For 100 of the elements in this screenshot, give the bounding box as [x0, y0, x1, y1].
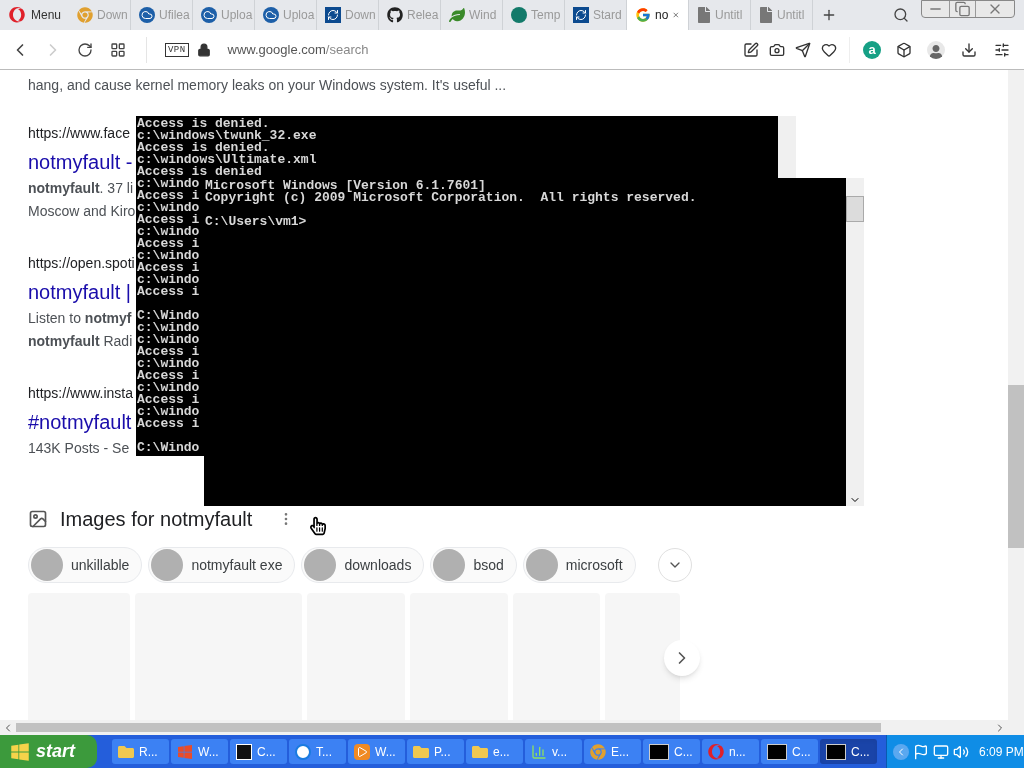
scrollbar[interactable] [778, 116, 796, 178]
menu-button[interactable]: Menu [9, 6, 62, 24]
hand-cursor-icon [310, 516, 326, 536]
camera-icon[interactable] [769, 41, 785, 58]
avatar-icon[interactable] [927, 40, 945, 59]
taskbar-item[interactable]: e... [466, 739, 523, 764]
console-icon [826, 743, 846, 760]
console-line: Access is denied [137, 166, 262, 178]
result-snippet: hang, and cause kernel memory leaks on your Windows system. It's useful ... [28, 76, 507, 95]
extension-badge[interactable]: a [863, 40, 881, 59]
scrollbar-thumb[interactable] [16, 723, 881, 732]
console-line: Access i [137, 286, 200, 298]
suggestion-chip[interactable]: microsoft [522, 547, 636, 583]
tab-title: Uploa [283, 7, 315, 24]
tab-title: Wind [469, 7, 497, 24]
start-button[interactable]: start [0, 735, 97, 768]
scrollbar-thumb[interactable] [1008, 385, 1024, 548]
cloud-icon [139, 7, 156, 23]
tab-title: Ufilea [159, 7, 190, 24]
folder-icon [472, 743, 488, 760]
result-url: https://open.spoti [28, 254, 135, 273]
send-icon[interactable] [795, 41, 811, 58]
github-icon [387, 7, 404, 23]
tab-title: Stard [593, 7, 622, 24]
taskbar-item[interactable]: C... [820, 739, 877, 764]
console-icon [767, 743, 787, 760]
console-line: C:\Windo [137, 442, 200, 454]
horizontal-scrollbar[interactable] [0, 720, 1024, 735]
console-line: Access is denied. [137, 118, 270, 130]
cloud-icon [201, 7, 218, 23]
result-title-link[interactable]: notmyfault | [28, 277, 132, 307]
opera-logo-icon [9, 7, 25, 23]
show-hidden-icon[interactable] [893, 743, 909, 760]
console-line: c:\windo [137, 406, 200, 418]
folder-icon [118, 743, 134, 760]
console-line: Access i [137, 238, 200, 250]
suggestion-chip[interactable]: notmyfault exe [148, 547, 296, 583]
suggestion-chip[interactable]: bsod [430, 547, 517, 583]
tab-title: no [655, 7, 669, 24]
taskbar-item[interactable]: P... [407, 739, 464, 764]
taskbar-item[interactable]: W... [348, 739, 405, 764]
console-line: Access i [137, 346, 200, 358]
clock: 6:09 PM [979, 743, 1024, 761]
chip-thumbnail [525, 549, 558, 581]
result-snippet: 143K Posts - Se [28, 439, 130, 458]
console-line: c:\windows\Ultimate.xml [137, 154, 317, 166]
vpn-badge[interactable]: VPN [165, 42, 189, 57]
console-line: C:\Users\vm1> [205, 216, 307, 228]
lock-icon [196, 42, 211, 57]
taskbar-item[interactable]: T... [289, 739, 346, 764]
download-icon[interactable] [961, 41, 977, 58]
result-url: https://www.face [28, 124, 130, 143]
reload-icon[interactable] [77, 41, 93, 58]
suggestion-chip[interactable]: downloads [301, 547, 425, 583]
tab-title: Uploa [221, 7, 253, 24]
cube-icon[interactable] [896, 41, 912, 58]
scrollbar-thumb[interactable] [846, 196, 864, 222]
console-line: Access i [137, 262, 200, 274]
console-line: Access is denied. [137, 142, 270, 154]
result-url: https://www.insta [28, 384, 134, 403]
tab-title: Untitl [777, 7, 805, 24]
result-title-link[interactable]: notmyfault - [28, 147, 133, 177]
opera-icon [708, 743, 724, 760]
console-line: c:\windo [137, 322, 200, 334]
leaf-icon [449, 7, 466, 23]
refresh-icon [573, 7, 590, 23]
console-line: c:\windo [137, 178, 200, 190]
heart-icon[interactable] [821, 41, 837, 58]
vertical-scrollbar[interactable] [1008, 70, 1024, 720]
taskbar-item[interactable]: C... [230, 739, 287, 764]
edit-icon[interactable] [743, 41, 759, 58]
console-line: C:\Windo [137, 310, 200, 322]
taskbar-item[interactable]: W... [171, 739, 228, 764]
suggestion-chip[interactable]: unkillable [28, 547, 143, 583]
windows-icon [177, 743, 193, 760]
taskbar-item[interactable]: C... [761, 739, 818, 764]
flag-icon[interactable] [913, 743, 929, 760]
search-icon[interactable] [893, 7, 910, 23]
network-icon[interactable] [933, 743, 949, 760]
console-line: Access i [137, 370, 200, 382]
chip-thumbnail [151, 549, 184, 581]
console-line: c:\windo [137, 358, 200, 370]
volume-icon[interactable] [953, 743, 969, 760]
taskbar-item[interactable]: C... [643, 739, 700, 764]
image-icon [28, 509, 48, 529]
scrollbar[interactable] [846, 178, 864, 506]
chip-thumbnail [433, 549, 466, 581]
result-title-link[interactable]: #notmyfault [28, 407, 132, 437]
url-field[interactable]: www.google.com/search [227, 39, 369, 60]
images-heading: Images for notmyfault [60, 507, 253, 531]
grid-icon[interactable] [110, 41, 126, 58]
taskbar-item[interactable]: n... [702, 739, 759, 764]
chrome-icon [77, 7, 94, 23]
browser-tab[interactable]: no [627, 0, 690, 30]
tab-title: Relea [407, 7, 439, 24]
taskbar-item[interactable]: v... [525, 739, 582, 764]
document-icon [759, 7, 774, 23]
taskbar-item[interactable]: E... [584, 739, 641, 764]
taskbar-item[interactable]: R... [112, 739, 169, 764]
settings-icon[interactable] [994, 41, 1010, 58]
